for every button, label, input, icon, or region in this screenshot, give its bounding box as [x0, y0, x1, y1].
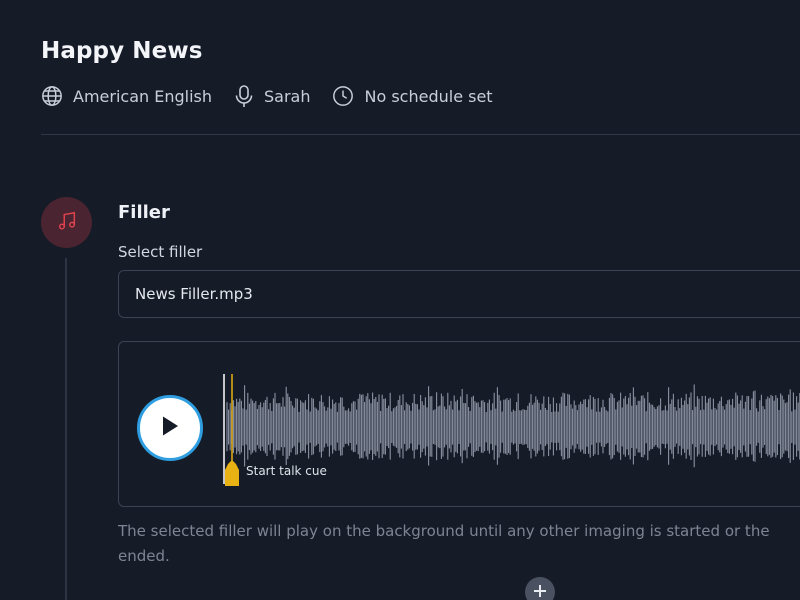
language-label: American English — [73, 86, 212, 106]
voice-meta: Sarah — [234, 84, 310, 108]
language-meta: American English — [41, 85, 212, 107]
schedule-label: No schedule set — [364, 86, 493, 106]
meta-row: American English Sarah No schedule set — [41, 84, 515, 108]
select-filler-label: Select filler — [118, 243, 203, 261]
filler-select[interactable]: News Filler.mp3 — [118, 270, 800, 318]
header-divider — [41, 134, 800, 135]
selected-filler-value: News Filler.mp3 — [135, 285, 253, 303]
play-icon — [158, 413, 182, 443]
page: Happy News American English Sarah No sch… — [0, 0, 800, 600]
audio-player: Start talk cue — [118, 341, 800, 507]
start-talk-cue-label: Start talk cue — [246, 464, 327, 478]
play-button[interactable] — [137, 395, 203, 461]
plus-icon — [533, 583, 547, 600]
clock-icon — [332, 85, 364, 107]
schedule-meta: No schedule set — [332, 85, 493, 107]
timeline-connector — [65, 258, 67, 600]
voice-label: Sarah — [264, 86, 311, 106]
music-note-icon — [56, 210, 78, 236]
start-cue-handle — [225, 460, 239, 486]
add-step-button[interactable] — [525, 577, 555, 600]
page-title: Happy News — [41, 38, 203, 64]
helper-text: The selected filler will play on the bac… — [118, 522, 770, 565]
globe-icon — [41, 85, 73, 107]
microphone-icon — [234, 84, 264, 108]
section-title: Filler — [118, 202, 170, 223]
filler-step-badge — [41, 197, 92, 248]
